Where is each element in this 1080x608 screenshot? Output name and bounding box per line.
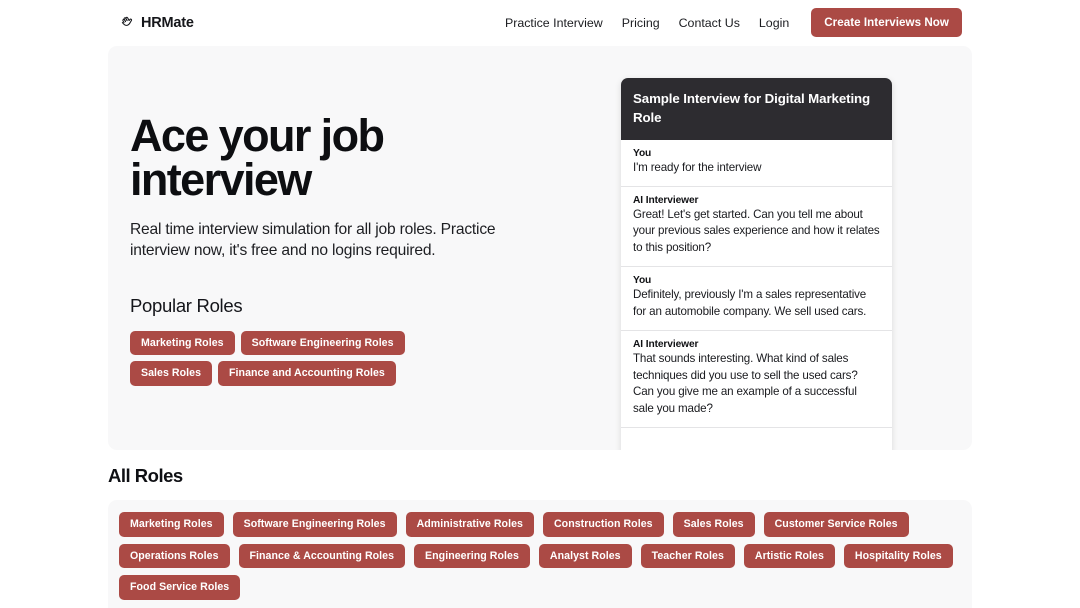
chat-message: You Definitely, previously I'm a sales r… — [621, 267, 892, 332]
create-interviews-now-button[interactable]: Create Interviews Now — [811, 8, 962, 37]
nav-link-login[interactable]: Login — [759, 16, 789, 30]
chat-message-author: You — [633, 275, 652, 287]
chat-message-author: AI Interviewer — [633, 194, 699, 206]
nav-links: Practice Interview Pricing Contact Us Lo… — [505, 8, 962, 37]
hero-subtitle: Real time interview simulation for all j… — [130, 221, 496, 259]
nav-link-pricing[interactable]: Pricing — [622, 16, 660, 30]
brand-logo[interactable]: HRMate — [118, 14, 194, 31]
all-roles-heading: All Roles — [108, 465, 183, 486]
role-tag-teacher[interactable]: Teacher Roles — [640, 543, 735, 569]
role-tag-hospitality[interactable]: Hospitality Roles — [843, 543, 953, 569]
role-tag-engineering[interactable]: Engineering Roles — [414, 543, 530, 569]
sample-interview-panel: Sample Interview for Digital Marketing R… — [621, 78, 892, 450]
hero-section: Ace your job interview Real time intervi… — [108, 46, 972, 450]
popular-role-tag-finance-and-accounting[interactable]: Finance and Accounting Roles — [218, 361, 396, 386]
chat-message-text: I'm ready for the interview — [633, 160, 762, 174]
popular-role-tag-sales[interactable]: Sales Roles — [130, 361, 213, 386]
chat-message-text: Great! Let's get started. Can you tell m… — [633, 207, 880, 254]
role-tag-food-service[interactable]: Food Service Roles — [119, 575, 241, 600]
brand-name: HRMate — [141, 14, 194, 31]
role-tag-sales[interactable]: Sales Roles — [672, 512, 755, 537]
chat-message-author: You — [633, 147, 652, 159]
chat-message: You I'm ready for the interview — [621, 139, 892, 187]
chat-message-author: AI Interviewer — [633, 339, 699, 351]
nav-link-practice-interview[interactable]: Practice Interview — [505, 16, 603, 30]
popular-roles-heading: Popular Roles — [130, 294, 243, 316]
chat-message: AI Interviewer That sounds interesting. … — [621, 331, 892, 429]
popular-roles-list: Marketing Roles Software Engineering Rol… — [130, 330, 475, 386]
hero-content: Ace your job interview Real time intervi… — [108, 46, 608, 450]
all-roles-section: All Roles Marketing Roles Software Engin… — [108, 465, 972, 608]
chat-message-text: That sounds interesting. What kind of sa… — [633, 352, 858, 415]
role-tag-operations[interactable]: Operations Roles — [119, 543, 230, 569]
role-tag-artistic[interactable]: Artistic Roles — [743, 543, 835, 569]
chat-message-text: Definitely, previously I'm a sales repre… — [633, 288, 867, 318]
role-tag-finance-accounting[interactable]: Finance & Accounting Roles — [238, 543, 406, 569]
chat-message: AI Interviewer Great! Let's get started.… — [621, 186, 892, 268]
role-tag-customer-service[interactable]: Customer Service Roles — [763, 512, 909, 537]
role-tag-construction[interactable]: Construction Roles — [542, 512, 664, 537]
role-tag-software-engineering[interactable]: Software Engineering Roles — [232, 512, 397, 537]
popular-role-tag-marketing[interactable]: Marketing Roles — [130, 330, 235, 356]
hero-title: Ace your job interview — [130, 110, 385, 206]
role-tag-analyst[interactable]: Analyst Roles — [538, 543, 632, 569]
role-tag-marketing[interactable]: Marketing Roles — [119, 512, 224, 537]
chat-input-area[interactable] — [621, 428, 892, 450]
popular-role-tag-software-engineering[interactable]: Software Engineering Roles — [240, 330, 405, 356]
sample-interview-title: Sample Interview for Digital Marketing R… — [621, 78, 892, 140]
waving-hand-icon — [121, 16, 133, 26]
role-tag-administrative[interactable]: Administrative Roles — [405, 512, 534, 537]
top-navigation-bar: HRMate Practice Interview Pricing Contac… — [0, 0, 1080, 45]
nav-link-contact-us[interactable]: Contact Us — [679, 16, 740, 30]
all-roles-list: Marketing Roles Software Engineering Rol… — [108, 500, 972, 608]
